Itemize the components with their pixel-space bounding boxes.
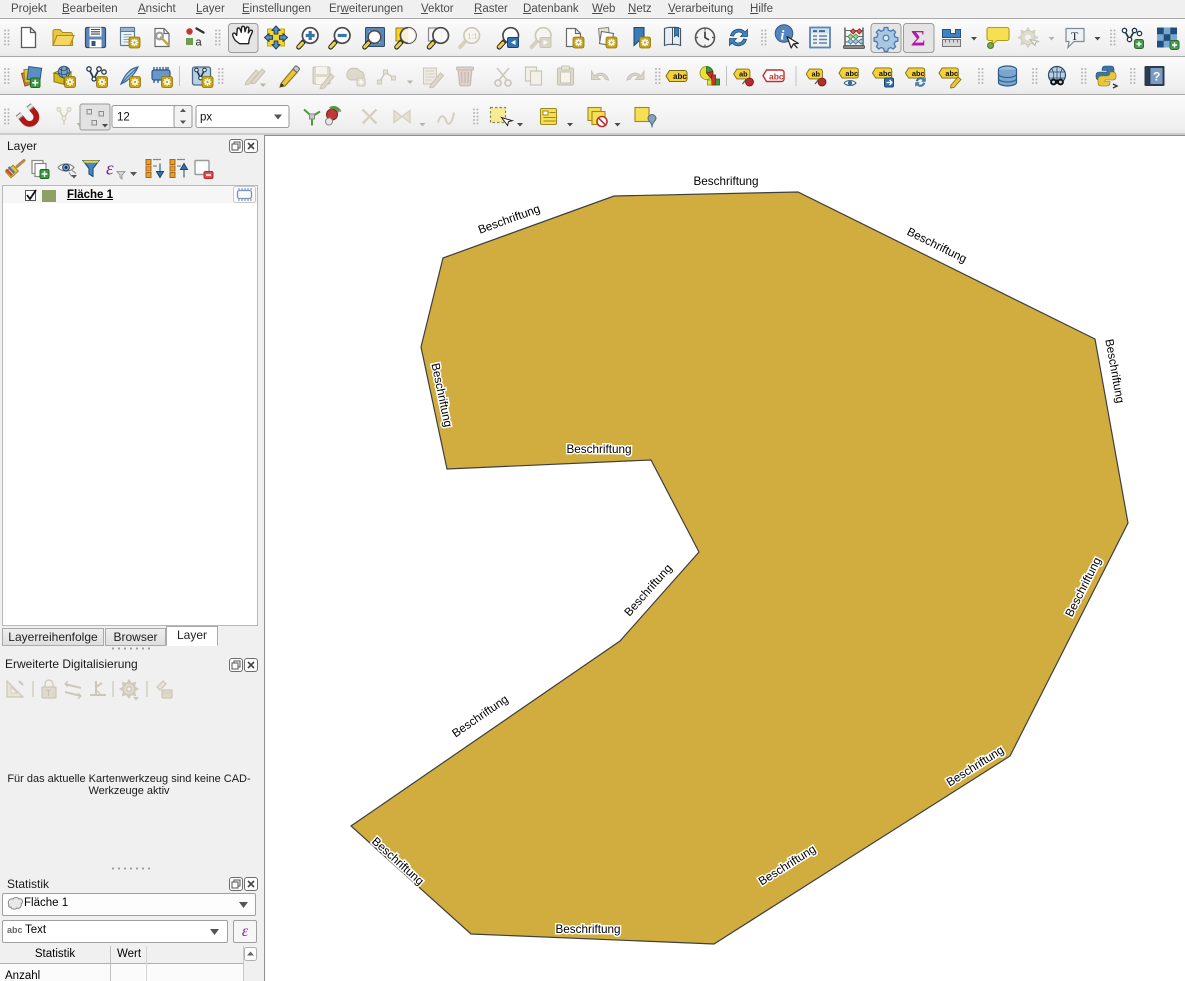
svg-text:ε: ε <box>106 159 114 180</box>
svg-text:Beschriftung: Beschriftung <box>556 923 621 936</box>
svg-text:Beschriftung: Beschriftung <box>567 443 632 456</box>
svg-text:T: T <box>1071 29 1079 43</box>
svg-text:i: i <box>781 29 785 44</box>
svg-text:Σ: Σ <box>911 26 925 51</box>
svg-text:px: px <box>200 112 212 124</box>
svg-text:abc: abc <box>769 72 784 82</box>
svg-text:T: T <box>46 689 51 698</box>
svg-text:Beschriftung: Beschriftung <box>694 175 759 188</box>
svg-text:?: ? <box>1153 70 1160 84</box>
svg-text:1:1: 1:1 <box>468 34 478 41</box>
svg-text:Beschriftung: Beschriftung <box>1102 338 1126 404</box>
svg-text:12: 12 <box>117 112 130 124</box>
svg-text:a: a <box>196 37 203 49</box>
